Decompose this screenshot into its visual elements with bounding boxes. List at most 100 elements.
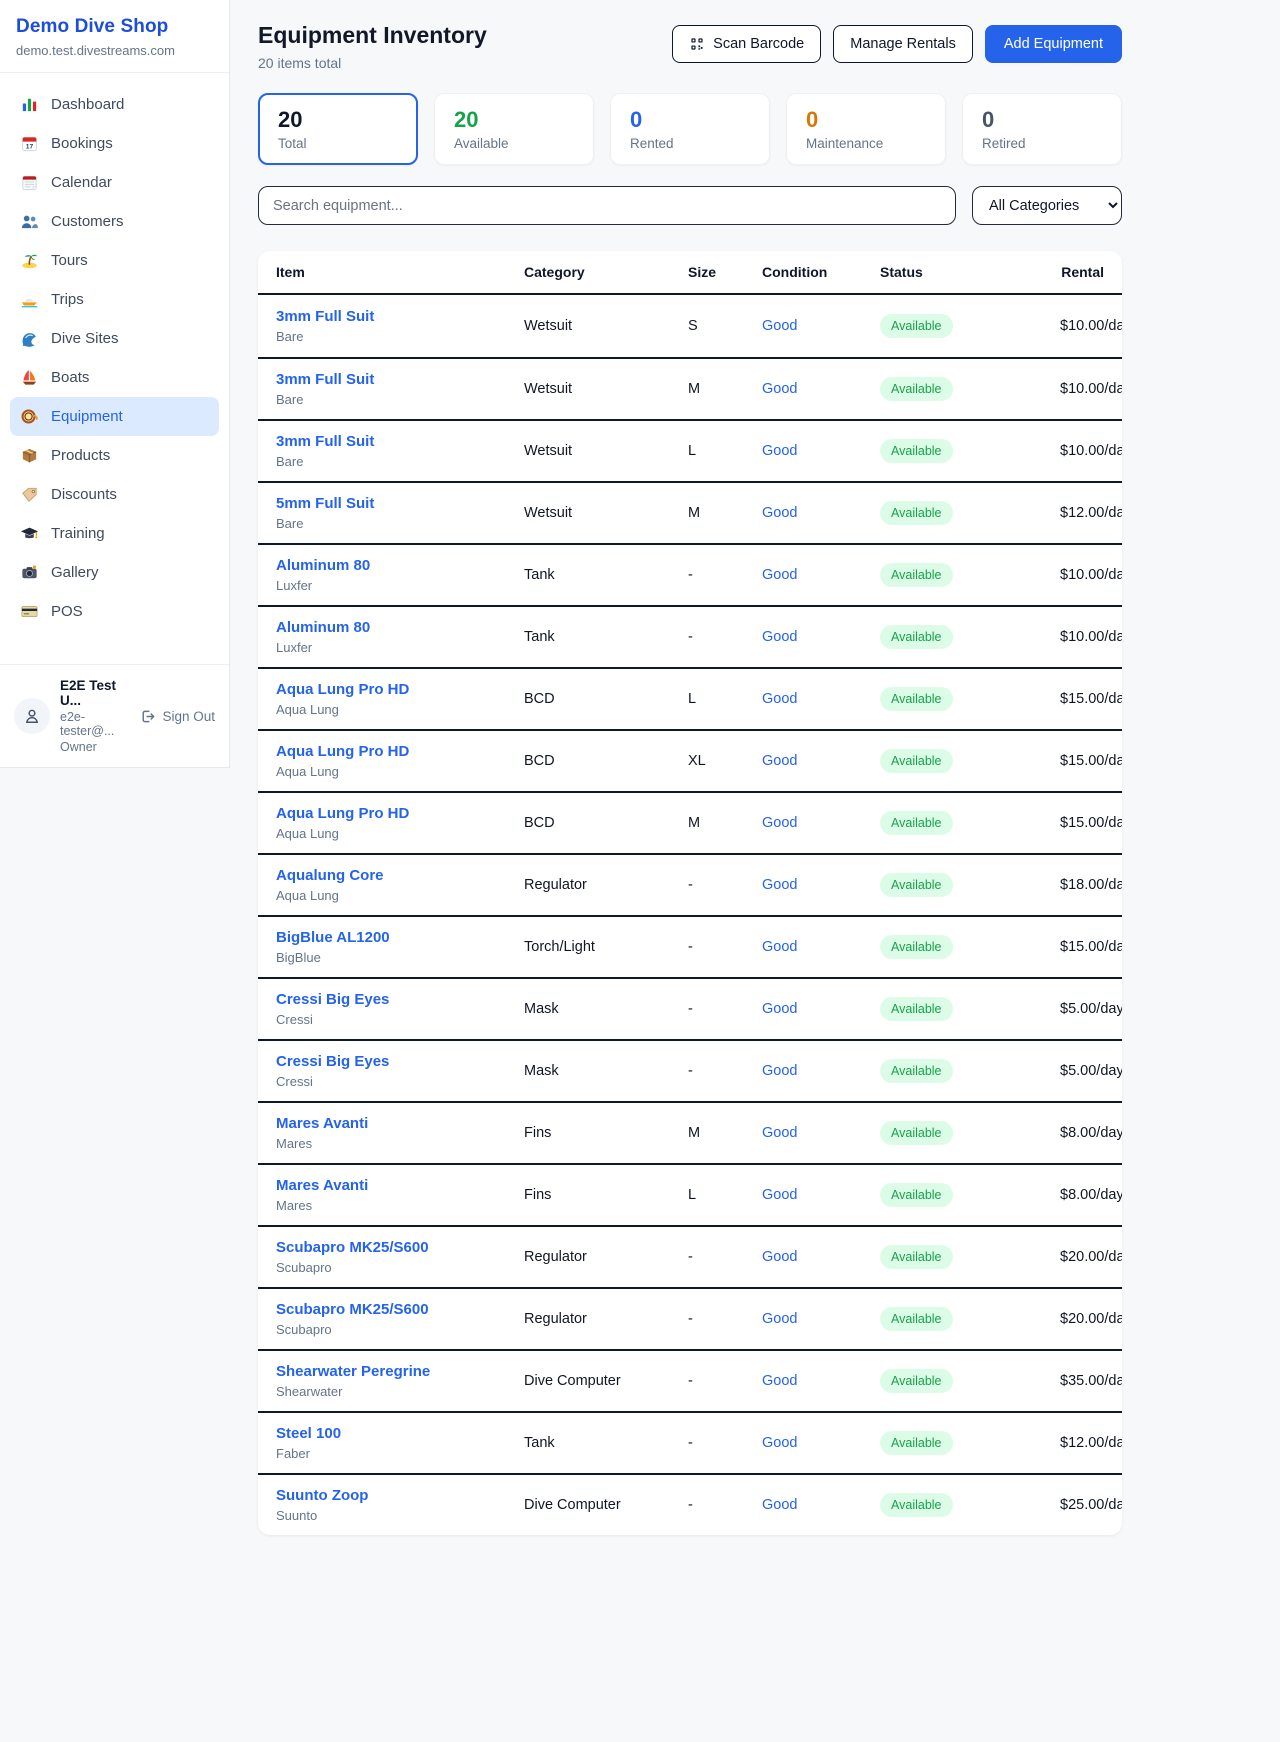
user-box: E2E Test U... e2e-tester@... Owner Sign … bbox=[0, 664, 229, 767]
item-rental-price: $12.00/day bbox=[1060, 505, 1122, 521]
item-category: Regulator bbox=[524, 1311, 688, 1327]
item-condition-link[interactable]: Good bbox=[762, 1249, 880, 1265]
category-select[interactable]: All Categories bbox=[972, 186, 1122, 225]
item-size: - bbox=[688, 1311, 762, 1327]
item-brand: Aqua Lung bbox=[276, 826, 524, 841]
item-name-link[interactable]: Steel 100 bbox=[276, 1425, 524, 1442]
stat-value: 0 bbox=[806, 107, 926, 133]
item-name-link[interactable]: Aqua Lung Pro HD bbox=[276, 743, 524, 760]
col-status: Status bbox=[880, 264, 1060, 280]
item-condition-link[interactable]: Good bbox=[762, 1001, 880, 1017]
item-name-link[interactable]: 5mm Full Suit bbox=[276, 495, 524, 512]
sidebar-item[interactable]: Dive Sites bbox=[10, 319, 219, 358]
item-condition-link[interactable]: Good bbox=[762, 1311, 880, 1327]
item-name-link[interactable]: Shearwater Peregrine bbox=[276, 1363, 524, 1380]
item-condition-link[interactable]: Good bbox=[762, 443, 880, 459]
stat-card[interactable]: 20 Available bbox=[434, 93, 594, 165]
stat-card[interactable]: 0 Rented bbox=[610, 93, 770, 165]
item-name-link[interactable]: Suunto Zoop bbox=[276, 1487, 524, 1504]
add-equipment-button[interactable]: Add Equipment bbox=[985, 25, 1122, 63]
sidebar-item[interactable]: Tours bbox=[10, 241, 219, 280]
item-name-link[interactable]: Aluminum 80 bbox=[276, 557, 524, 574]
item-rental-price: $10.00/day bbox=[1060, 567, 1122, 583]
sidebar-item[interactable]: Calendar bbox=[10, 163, 219, 202]
stat-card[interactable]: 0 Maintenance bbox=[786, 93, 946, 165]
status-badge: Available bbox=[880, 687, 953, 711]
sidebar-item[interactable]: Discounts bbox=[10, 475, 219, 514]
stat-card[interactable]: 0 Retired bbox=[962, 93, 1122, 165]
item-condition-link[interactable]: Good bbox=[762, 815, 880, 831]
svg-text:17: 17 bbox=[26, 144, 34, 151]
sidebar-item-label: Training bbox=[51, 525, 105, 542]
item-brand: Cressi bbox=[276, 1074, 524, 1089]
sidebar-item[interactable]: 17 Bookings bbox=[10, 124, 219, 163]
island-icon bbox=[20, 251, 39, 270]
item-name-link[interactable]: BigBlue AL1200 bbox=[276, 929, 524, 946]
item-condition-link[interactable]: Good bbox=[762, 381, 880, 397]
package-icon bbox=[20, 446, 39, 465]
sidebar-item[interactable]: Products bbox=[10, 436, 219, 475]
sidebar-item[interactable]: Customers bbox=[10, 202, 219, 241]
status-badge: Available bbox=[880, 1245, 953, 1269]
col-rental: Rental bbox=[1060, 264, 1104, 280]
item-condition-link[interactable]: Good bbox=[762, 877, 880, 893]
item-name-link[interactable]: Cressi Big Eyes bbox=[276, 991, 524, 1008]
sidebar-item[interactable]: POS bbox=[10, 592, 219, 631]
stat-card[interactable]: 20 Total bbox=[258, 93, 418, 165]
item-name-link[interactable]: 3mm Full Suit bbox=[276, 308, 524, 325]
sign-out-button[interactable]: Sign Out bbox=[139, 708, 215, 725]
status-badge: Available bbox=[880, 439, 953, 463]
item-name-link[interactable]: Scubapro MK25/S600 bbox=[276, 1301, 524, 1318]
manage-rentals-button[interactable]: Manage Rentals bbox=[833, 25, 973, 63]
status-badge: Available bbox=[880, 1183, 953, 1207]
item-condition-link[interactable]: Good bbox=[762, 1187, 880, 1203]
item-name-link[interactable]: 3mm Full Suit bbox=[276, 433, 524, 450]
table-row: Aluminum 80 Luxfer Tank - Good Available… bbox=[258, 605, 1122, 667]
item-condition-link[interactable]: Good bbox=[762, 629, 880, 645]
item-name-link[interactable]: Aqualung Core bbox=[276, 867, 524, 884]
sidebar-item[interactable]: Boats bbox=[10, 358, 219, 397]
scan-barcode-button[interactable]: Scan Barcode bbox=[672, 25, 821, 63]
item-name-link[interactable]: Aqua Lung Pro HD bbox=[276, 805, 524, 822]
item-name-link[interactable]: Mares Avanti bbox=[276, 1115, 524, 1132]
item-category: BCD bbox=[524, 753, 688, 769]
item-condition-link[interactable]: Good bbox=[762, 753, 880, 769]
status-badge: Available bbox=[880, 501, 953, 525]
status-badge: Available bbox=[880, 811, 953, 835]
search-input[interactable] bbox=[258, 186, 956, 225]
item-rental-price: $10.00/day bbox=[1060, 318, 1122, 334]
sidebar-item[interactable]: Dashboard bbox=[10, 85, 219, 124]
sidebar-item[interactable]: Equipment bbox=[10, 397, 219, 436]
item-condition-link[interactable]: Good bbox=[762, 318, 880, 334]
status-badge: Available bbox=[880, 873, 953, 897]
item-size: L bbox=[688, 443, 762, 459]
item-condition-link[interactable]: Good bbox=[762, 1373, 880, 1389]
item-condition-link[interactable]: Good bbox=[762, 1063, 880, 1079]
item-size: - bbox=[688, 1497, 762, 1513]
sidebar-item[interactable]: Training bbox=[10, 514, 219, 553]
sidebar-item[interactable]: Trips bbox=[10, 280, 219, 319]
item-condition-link[interactable]: Good bbox=[762, 691, 880, 707]
item-condition-link[interactable]: Good bbox=[762, 939, 880, 955]
table-row: 3mm Full Suit Bare Wetsuit L Good Availa… bbox=[258, 419, 1122, 481]
item-name-link[interactable]: Scubapro MK25/S600 bbox=[276, 1239, 524, 1256]
item-name-link[interactable]: Cressi Big Eyes bbox=[276, 1053, 524, 1070]
shop-name: Demo Dive Shop bbox=[16, 16, 213, 38]
stat-label: Maintenance bbox=[806, 136, 926, 151]
item-condition-link[interactable]: Good bbox=[762, 1497, 880, 1513]
item-name-link[interactable]: Aqua Lung Pro HD bbox=[276, 681, 524, 698]
item-name-link[interactable]: Mares Avanti bbox=[276, 1177, 524, 1194]
col-category: Category bbox=[524, 264, 688, 280]
item-condition-link[interactable]: Good bbox=[762, 1435, 880, 1451]
table-row: BigBlue AL1200 BigBlue Torch/Light - Goo… bbox=[258, 915, 1122, 977]
item-condition-link[interactable]: Good bbox=[762, 1125, 880, 1141]
item-condition-link[interactable]: Good bbox=[762, 567, 880, 583]
logout-icon bbox=[139, 708, 156, 725]
item-name-link[interactable]: Aluminum 80 bbox=[276, 619, 524, 636]
item-name-link[interactable]: 3mm Full Suit bbox=[276, 371, 524, 388]
table-row: Aqua Lung Pro HD Aqua Lung BCD L Good Av… bbox=[258, 667, 1122, 729]
item-brand: Mares bbox=[276, 1136, 524, 1151]
item-condition-link[interactable]: Good bbox=[762, 505, 880, 521]
credit-card-icon bbox=[20, 602, 39, 621]
sidebar-item[interactable]: Gallery bbox=[10, 553, 219, 592]
